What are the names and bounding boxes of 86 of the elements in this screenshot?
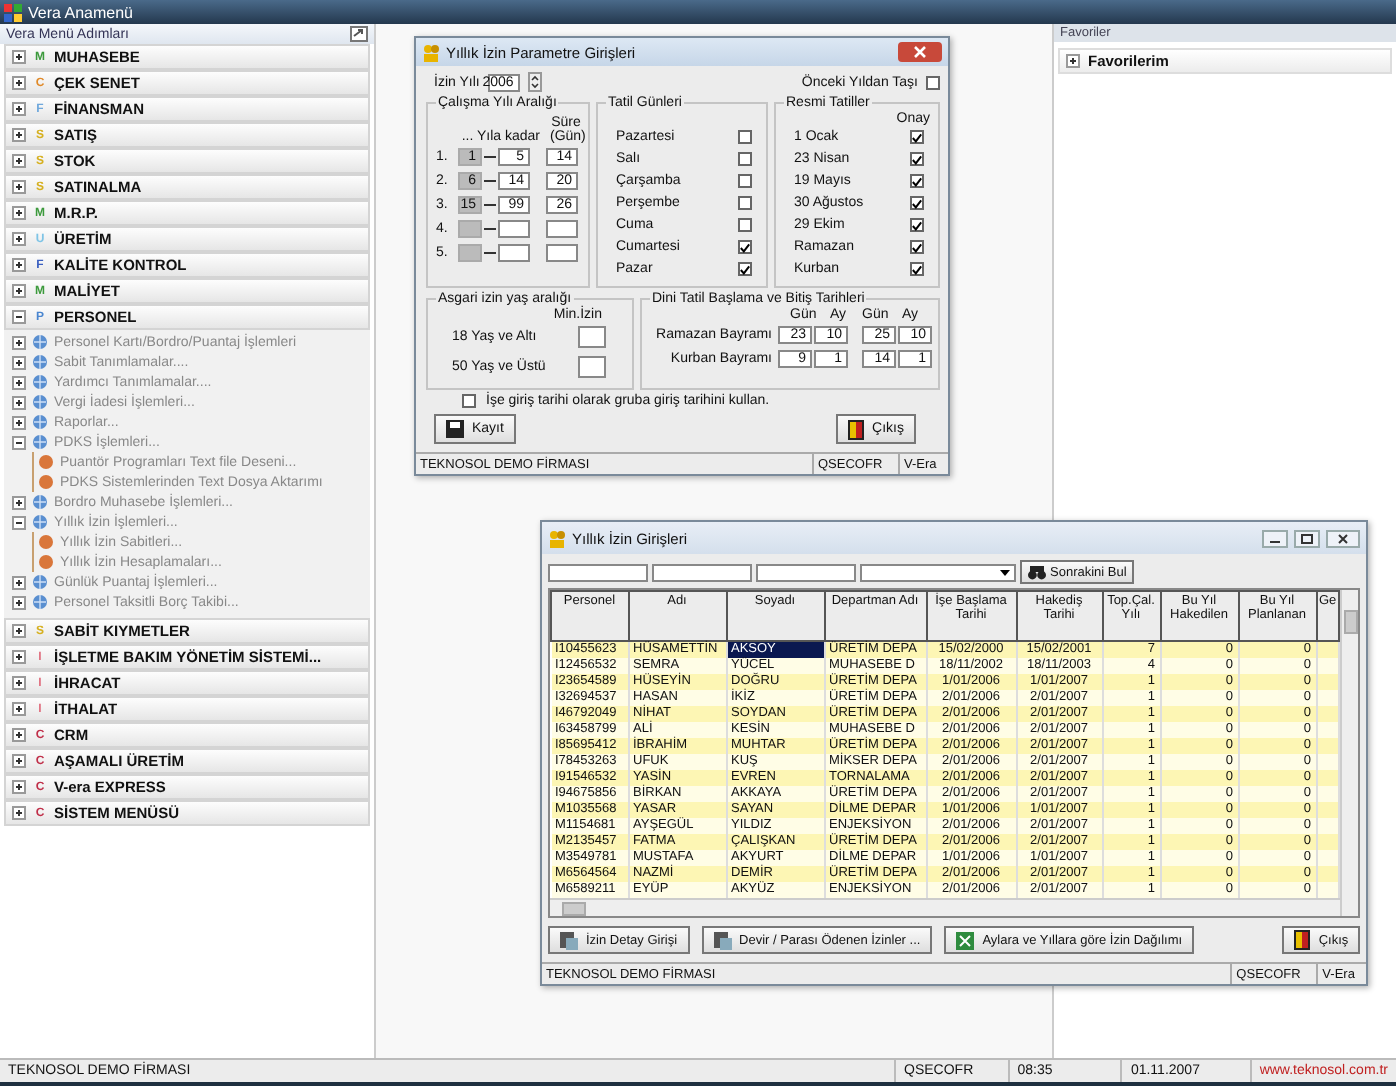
filter-field[interactable] bbox=[652, 563, 752, 581]
plus-box-icon[interactable] bbox=[12, 375, 26, 389]
dropdown-arrow-icon[interactable] bbox=[1000, 569, 1010, 575]
plus-box-icon[interactable] bbox=[12, 595, 26, 609]
plus-box-icon[interactable] bbox=[12, 575, 26, 589]
report-icon bbox=[713, 931, 732, 949]
plus-box-icon[interactable] bbox=[12, 355, 26, 369]
checkbox[interactable] bbox=[910, 174, 924, 188]
door-icon bbox=[1294, 930, 1311, 950]
to-field[interactable] bbox=[498, 219, 530, 237]
globe-icon bbox=[32, 374, 48, 390]
plus-box-icon[interactable] bbox=[12, 180, 26, 194]
checkbox[interactable] bbox=[738, 218, 752, 232]
minus-box-icon[interactable] bbox=[12, 515, 26, 529]
plus-box-icon[interactable] bbox=[12, 258, 26, 272]
globe-icon bbox=[32, 514, 48, 530]
report-icon bbox=[560, 931, 578, 949]
from-field bbox=[458, 243, 482, 261]
close-icon[interactable] bbox=[1326, 529, 1361, 547]
spinner-icon[interactable] bbox=[527, 72, 542, 92]
globe-icon bbox=[32, 434, 48, 450]
maximize-icon[interactable] bbox=[1294, 529, 1321, 547]
plus-box-icon[interactable] bbox=[12, 395, 26, 409]
people-icon bbox=[422, 43, 440, 61]
checkbox[interactable] bbox=[738, 262, 752, 276]
checkbox[interactable] bbox=[738, 196, 752, 210]
checkbox[interactable] bbox=[738, 240, 752, 254]
checkbox[interactable] bbox=[910, 152, 924, 166]
checkbox[interactable] bbox=[738, 130, 752, 144]
checkbox[interactable] bbox=[910, 262, 924, 276]
plus-box-icon[interactable] bbox=[12, 806, 26, 820]
checkbox[interactable] bbox=[738, 174, 752, 188]
vertical-scrollbar[interactable] bbox=[1340, 590, 1359, 916]
plus-box-icon[interactable] bbox=[12, 702, 26, 716]
plus-box-icon[interactable] bbox=[12, 102, 26, 116]
plus-box-icon[interactable] bbox=[12, 624, 26, 638]
plus-box-icon[interactable] bbox=[12, 754, 26, 768]
plus-box-icon[interactable] bbox=[12, 154, 26, 168]
globe-icon bbox=[32, 574, 48, 590]
to-field[interactable] bbox=[498, 243, 530, 261]
plus-box-icon[interactable] bbox=[12, 50, 26, 64]
globe-icon bbox=[32, 394, 48, 410]
minimize-icon[interactable] bbox=[1262, 529, 1289, 547]
checkbox[interactable] bbox=[910, 130, 924, 144]
plus-box-icon[interactable] bbox=[12, 415, 26, 429]
globe-icon bbox=[32, 354, 48, 370]
minus-box-icon[interactable] bbox=[12, 310, 26, 324]
checkbox[interactable] bbox=[462, 394, 476, 408]
days-field[interactable] bbox=[546, 243, 578, 261]
checkbox[interactable] bbox=[910, 196, 924, 210]
days-field[interactable] bbox=[546, 219, 578, 237]
plus-box-icon[interactable] bbox=[12, 728, 26, 742]
people-icon bbox=[548, 529, 566, 547]
globe-icon bbox=[32, 414, 48, 430]
filter-field[interactable] bbox=[756, 563, 856, 581]
plus-box-icon[interactable] bbox=[12, 206, 26, 220]
plus-box-icon[interactable] bbox=[12, 676, 26, 690]
window-title: Vera Anamenü bbox=[28, 3, 133, 21]
globe-icon bbox=[32, 494, 48, 510]
plus-box-icon[interactable] bbox=[12, 780, 26, 794]
filter-field[interactable] bbox=[548, 563, 648, 581]
plus-box-icon[interactable] bbox=[12, 284, 26, 298]
from-field bbox=[458, 219, 482, 237]
checkbox[interactable] bbox=[926, 75, 940, 89]
plus-box-icon[interactable] bbox=[12, 495, 26, 509]
input-field[interactable] bbox=[578, 326, 606, 348]
horizontal-scrollbar[interactable] bbox=[550, 898, 1341, 916]
globe-icon bbox=[32, 594, 48, 610]
door-icon bbox=[848, 419, 865, 439]
checkbox[interactable] bbox=[910, 218, 924, 232]
app-icon bbox=[4, 3, 22, 21]
minus-box-icon[interactable] bbox=[12, 435, 26, 449]
input-field[interactable] bbox=[578, 356, 606, 378]
close-button[interactable] bbox=[898, 42, 942, 62]
binoculars-icon bbox=[1028, 565, 1046, 579]
plus-box-icon[interactable] bbox=[1066, 54, 1080, 68]
plus-box-icon[interactable] bbox=[12, 232, 26, 246]
checkbox[interactable] bbox=[738, 152, 752, 166]
pin-icon[interactable] bbox=[350, 26, 368, 42]
plus-box-icon[interactable] bbox=[12, 650, 26, 664]
plus-box-icon[interactable] bbox=[12, 76, 26, 90]
plus-box-icon[interactable] bbox=[12, 128, 26, 142]
globe-icon bbox=[32, 334, 48, 350]
spreadsheet-icon bbox=[956, 931, 975, 949]
checkbox[interactable] bbox=[910, 240, 924, 254]
plus-box-icon[interactable] bbox=[12, 335, 26, 349]
